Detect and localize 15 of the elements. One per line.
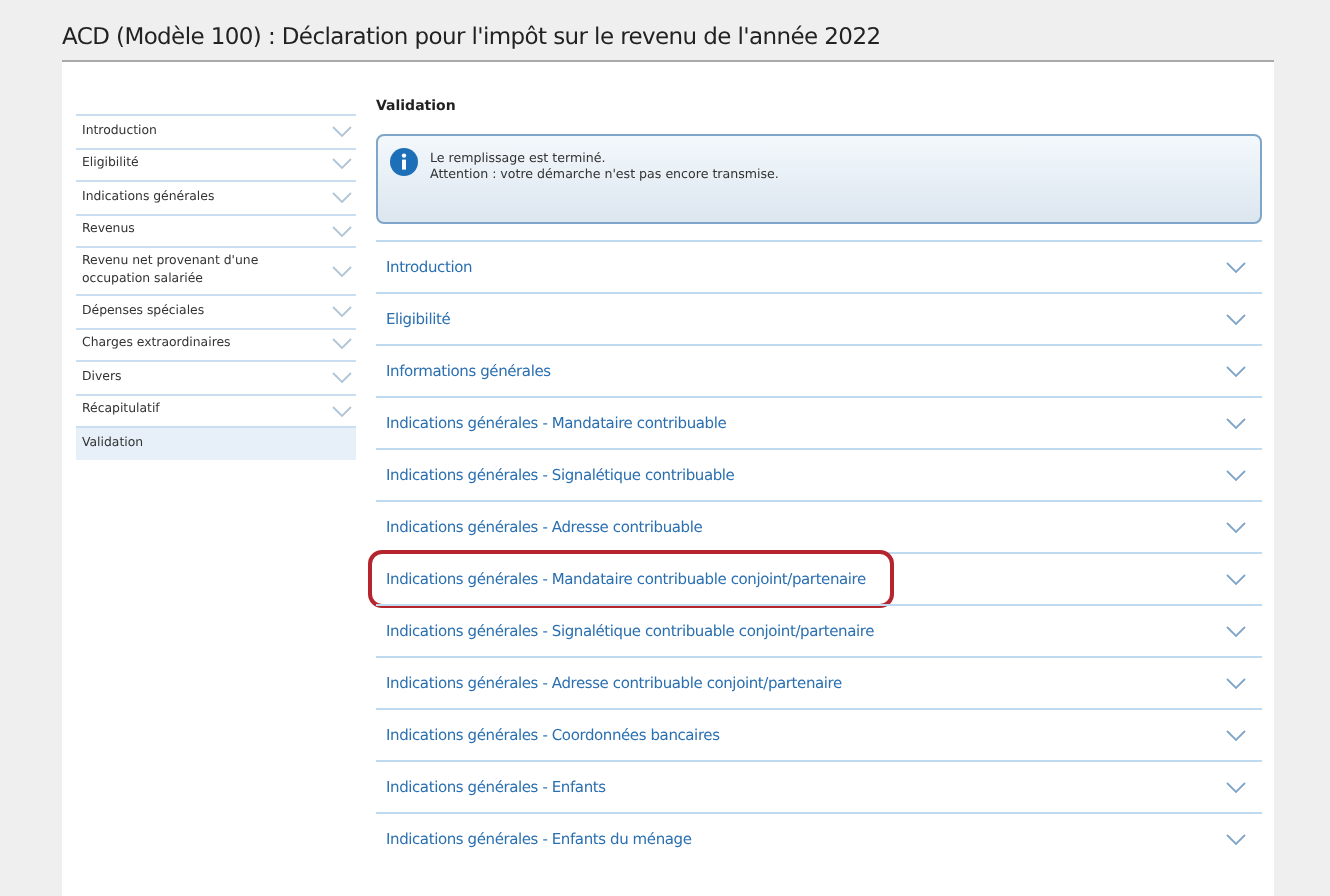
chevron-down-icon (1226, 729, 1246, 741)
chevron-down-icon (1226, 365, 1246, 377)
chevron-down-icon (1226, 521, 1246, 533)
chevron-down-icon (1226, 677, 1246, 689)
info-icon (390, 148, 418, 176)
chevron-down-icon (332, 225, 352, 238)
chevron-down-icon (1226, 625, 1246, 637)
chevron-down-icon (1226, 781, 1246, 793)
chevron-down-icon (1226, 261, 1246, 273)
chevron-down-icon (1226, 833, 1246, 845)
chevron-down-icon (1226, 417, 1246, 429)
chevron-down-icon (332, 265, 352, 278)
chevron-down-icon (1226, 313, 1246, 325)
chevron-down-icon (1226, 573, 1246, 585)
chevron-down-icon (1226, 469, 1246, 481)
